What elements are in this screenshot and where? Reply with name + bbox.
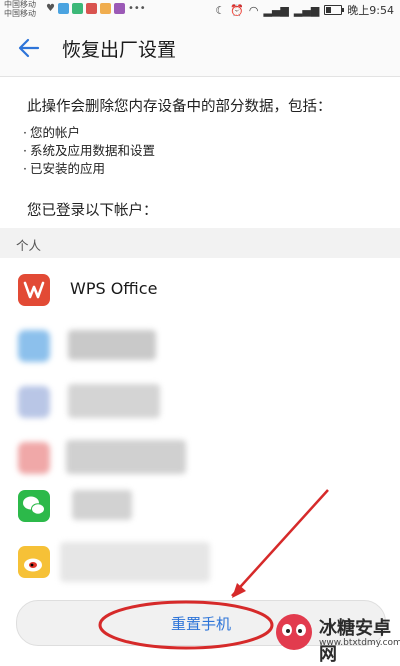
signal-icon: ▂▄▆ [293,3,320,17]
logged-in-label: 您已登录以下帐户： [27,203,158,219]
title-bar: 恢复出厂设置 [0,20,400,77]
battery-icon [324,5,345,15]
list-item: 您的帐户 [23,124,155,142]
weibo-icon [18,546,50,578]
list-item: 系统及应用数据和设置 [23,142,155,160]
more-icon: ••• [127,3,146,14]
watermark-logo-icon [276,614,312,650]
watermark: 冰糖安卓网 www.btxtdmy.com [272,608,400,665]
page-title: 恢复出厂设置 [62,39,177,61]
account-row-wechat [0,478,400,534]
app-icon [18,386,50,418]
app-notification-icon [57,3,69,14]
status-bar: 中国移动 中国移动 ♥ ••• ☾ ⏰ ◠ ▂▄▆ ▂▄▆ 晚上9:54 [0,0,400,20]
app-icon [18,442,50,474]
blurred-label [72,490,132,520]
app-notification-icon [85,3,97,14]
section-header: 个人 [0,228,400,258]
notification-icons: ♥ ••• [46,3,146,14]
blurred-label [66,440,186,474]
app-notification-icon [71,3,83,14]
carrier-2: 中国移动 [4,9,36,18]
account-row-weibo [0,534,400,590]
alarm-icon: ⏰ [230,3,244,17]
blurred-label [60,542,210,582]
status-right: ☾ ⏰ ◠ ▂▄▆ ▂▄▆ 晚上9:54 [215,2,394,18]
wechat-icon [18,490,50,522]
watermark-url: www.btxtdmy.com [319,638,400,648]
wifi-icon: ◠ [248,3,259,17]
app-notification-icon [99,3,111,14]
back-arrow-icon[interactable] [16,35,42,61]
carrier-1: 中国移动 [4,0,36,9]
blurred-label [68,330,156,360]
app-notification-icon [113,3,125,14]
section-label: 个人 [16,238,42,253]
signal-icon: ▂▄▆ [263,3,289,17]
wps-office-icon [18,274,50,306]
status-time: 晚上9:54 [347,4,394,17]
heart-icon: ♥ [46,3,55,14]
list-item: 已安装的应用 [23,160,155,178]
account-row-wps: WPS Office [0,262,400,318]
blurred-label [68,384,160,418]
account-label: WPS Office [70,279,158,298]
account-row-blurred [0,318,400,374]
intro-text: 此操作会删除您内存设备中的部分数据，包括： [27,99,332,115]
data-list: 您的帐户 系统及应用数据和设置 已安装的应用 [23,124,155,178]
app-icon [18,330,50,362]
moon-icon: ☾ [215,3,226,17]
account-row-blurred [0,374,400,430]
